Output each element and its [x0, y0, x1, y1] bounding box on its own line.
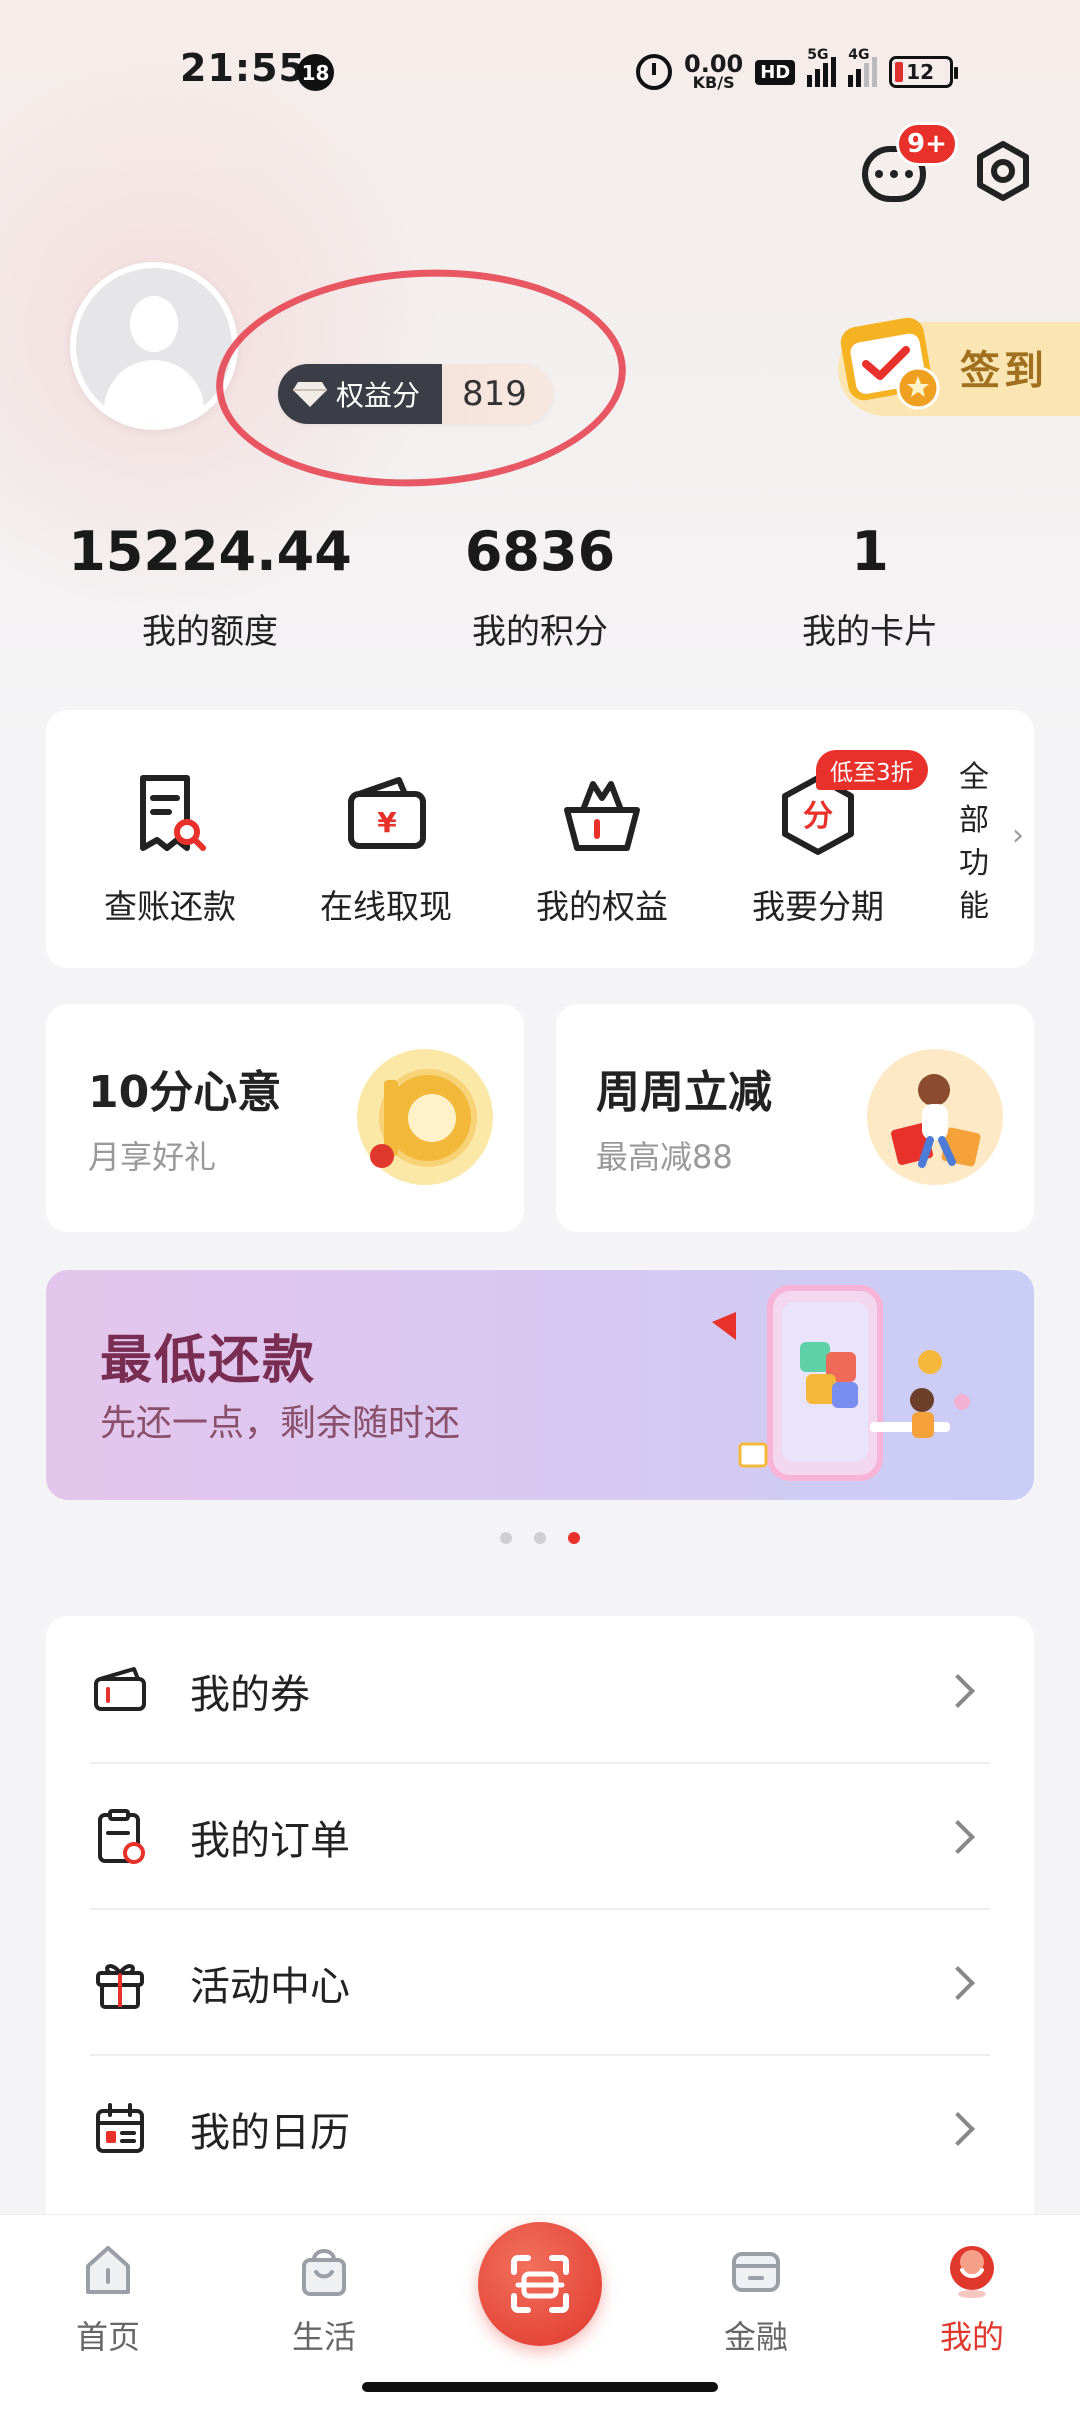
avatar[interactable]	[70, 262, 238, 430]
finance-card-icon	[732, 2252, 780, 2292]
promo-gift-subtitle: 月享好礼	[88, 1138, 217, 1176]
svg-text:分: 分	[803, 799, 833, 834]
net-speed: 0.00 KB/S	[684, 50, 744, 92]
credit-limit-label[interactable]: 我的额度	[60, 604, 360, 653]
promo-gift-title: 10分心意	[88, 1067, 282, 1118]
status-icons: 0.00 KB/S HD 5G 4G 12	[636, 47, 959, 94]
order-icon	[98, 1809, 145, 1864]
list-item-my-coupons[interactable]: 我的券	[90, 1618, 990, 1764]
list-item-my-orders[interactable]: 我的订单	[90, 1764, 990, 1910]
signal-5g-icon: 5G	[807, 47, 837, 87]
battery-icon: 12	[889, 56, 959, 88]
pager-dot-2[interactable]	[534, 1532, 546, 1544]
promo-weekly-subtitle: 最高减88	[596, 1138, 733, 1176]
signin-label: 签到	[960, 348, 1048, 394]
coupon-icon	[94, 1667, 146, 1711]
chevron-right-icon	[941, 1966, 975, 2000]
home-indicator	[362, 2382, 718, 2392]
alarm-icon	[636, 54, 672, 90]
cards-label[interactable]: 我的卡片	[720, 604, 1020, 653]
svg-text:¥: ¥	[377, 806, 397, 839]
all-functions-button[interactable]: 全 部 功 能	[950, 756, 998, 928]
banner-title: 最低还款	[100, 1331, 317, 1391]
phone-puzzle-illustration	[712, 1285, 970, 1481]
gear-icon[interactable]	[972, 140, 1034, 202]
wallet-yuan-icon: ¥	[348, 777, 426, 849]
chevron-right-icon	[941, 1674, 975, 1708]
profile-icon	[950, 2246, 994, 2298]
scan-button[interactable]	[478, 2222, 602, 2346]
discount-tag: 低至3折	[816, 750, 928, 790]
list-item-activity-center[interactable]: 活动中心	[90, 1910, 990, 2056]
quick-action-my-rights[interactable]: 我的权益	[502, 770, 702, 928]
chevron-right-icon	[941, 1820, 975, 1854]
hd-voice-icon: HD	[755, 59, 796, 85]
shopping-girl-icon	[867, 1049, 1003, 1185]
pager-dot-1[interactable]	[500, 1532, 512, 1544]
list-item-my-calendar[interactable]: 我的日历	[90, 2056, 990, 2202]
nav-finance[interactable]: 金融	[676, 2240, 836, 2358]
promo-weekly-title: 周周立减	[596, 1067, 772, 1118]
gift-icon	[96, 1964, 144, 2009]
basket-icon	[564, 781, 640, 851]
cards-value[interactable]: 1	[720, 520, 1020, 583]
signal-4g-icon: 4G	[848, 47, 878, 87]
points-label[interactable]: 我的积分	[390, 604, 690, 653]
banner-subtitle: 先还一点，剩余随时还	[100, 1403, 461, 1444]
pager-dot-3-active[interactable]	[568, 1532, 580, 1544]
notification-count-badge: 18	[297, 54, 334, 91]
home-icon	[86, 2246, 130, 2294]
status-time: 21:55	[180, 46, 306, 90]
chevron-right-icon[interactable]: ›	[1012, 818, 1024, 853]
shopping-bag-icon	[302, 2249, 346, 2296]
credit-limit-value[interactable]: 15224.44	[60, 520, 360, 583]
chevron-right-icon	[941, 2112, 975, 2146]
quick-action-bill-repay[interactable]: 查账还款	[70, 770, 270, 928]
nav-home[interactable]: 首页	[28, 2240, 188, 2358]
scan-icon	[511, 2255, 569, 2313]
nav-mine[interactable]: 我的	[892, 2240, 1052, 2358]
gift-medal-icon	[357, 1049, 493, 1185]
nav-life[interactable]: 生活	[244, 2240, 404, 2358]
quick-action-installment[interactable]: 分 我要分期	[718, 770, 918, 928]
quick-action-cash-withdraw[interactable]: ¥ 在线取现	[286, 770, 486, 928]
bill-search-icon	[140, 775, 206, 851]
points-value[interactable]: 6836	[390, 520, 690, 583]
message-badge: 9+	[896, 122, 958, 166]
calendar-icon	[96, 2103, 144, 2153]
calendar-check-icon	[840, 317, 940, 410]
